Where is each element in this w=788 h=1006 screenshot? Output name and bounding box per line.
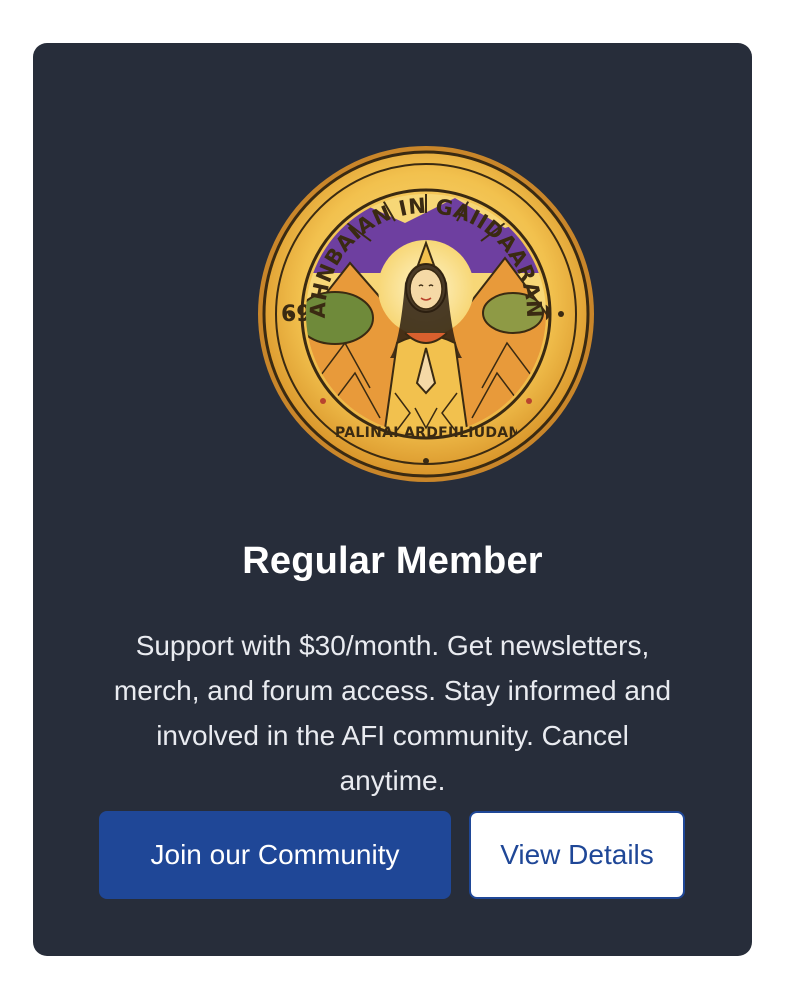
view-details-button[interactable]: View Details — [469, 811, 685, 899]
seal-bottom-text: PALINAI ARDFIILIUDAM — [335, 425, 517, 441]
card-description: Support with $30/month. Get newsletters,… — [113, 630, 672, 796]
join-community-button[interactable]: Join our Community — [99, 811, 451, 899]
card-title: Regular Member — [242, 540, 543, 582]
membership-card: 69 69 — [33, 43, 752, 956]
membership-seal-icon: 69 69 — [255, 143, 597, 485]
